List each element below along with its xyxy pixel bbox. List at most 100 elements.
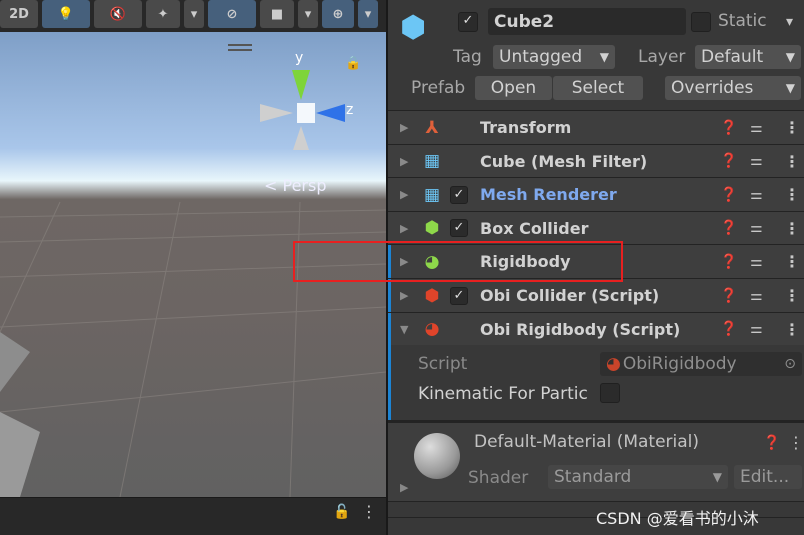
help-icon[interactable]: ❓ [720, 254, 737, 270]
shader-label: Shader [468, 468, 529, 488]
layer-dropdown[interactable]: Default ▼ [695, 45, 801, 69]
collapsed-arrow-icon[interactable]: ▶ [400, 155, 408, 168]
collapsed-arrow-icon[interactable]: ▶ [400, 188, 408, 201]
kebab-menu-icon[interactable]: ⋮ [784, 219, 800, 238]
script-field[interactable]: ◕ ObiRigidbody ⊙ [600, 352, 802, 376]
overrides-label: Overrides [671, 78, 754, 98]
gizmo-z-label: z [346, 102, 354, 118]
object-picker-icon[interactable]: ⊙ [784, 356, 796, 372]
presets-icon[interactable]: ⚌ [750, 187, 763, 203]
help-icon[interactable]: ❓ [720, 220, 737, 236]
chevron-down-icon: ▼ [712, 470, 722, 484]
selection-bar [388, 312, 391, 346]
collapsed-arrow-icon[interactable]: ▶ [400, 289, 408, 302]
script-value: ObiRigidbody [622, 354, 737, 374]
kebab-menu-icon[interactable]: ⋮ [784, 118, 800, 137]
enabled-checkbox[interactable]: ✓ [450, 185, 468, 204]
tag-dropdown[interactable]: Untagged ▼ [493, 45, 615, 69]
camera-icon[interactable]: ■ [260, 0, 294, 28]
presets-icon[interactable]: ⚌ [750, 220, 763, 236]
component-name: Obi Rigidbody (Script) [480, 319, 681, 339]
camera-dropdown-icon[interactable]: ▾ [298, 0, 318, 28]
highlight-box [293, 241, 623, 282]
presets-icon[interactable]: ⚌ [750, 120, 763, 136]
kebab-menu-icon[interactable]: ⋮ [784, 320, 800, 339]
obi-collider-icon: ⬢ [424, 285, 440, 306]
kebab-menu-icon[interactable]: ⋮ [784, 185, 800, 204]
box-collider-icon: ⬢ [424, 218, 440, 239]
enabled-checkbox[interactable]: ✓ [450, 219, 468, 238]
2d-toggle[interactable]: 2D [0, 0, 38, 28]
obi-script-icon: ◕ [606, 354, 621, 374]
lock-icon[interactable]: 🔓 [333, 504, 350, 520]
kebab-menu-icon[interactable]: ⋮ [784, 286, 800, 305]
expanded-arrow-icon[interactable]: ▼ [400, 323, 408, 336]
transform-icon: ⅄ [425, 117, 439, 138]
gizmos-icon[interactable]: ⊕ [322, 0, 354, 28]
chevron-down-icon: ▼ [785, 81, 795, 95]
shader-dropdown[interactable]: Standard ▼ [548, 465, 728, 489]
presets-icon[interactable]: ⚌ [750, 153, 763, 169]
kebab-menu-icon[interactable]: ⋮ [784, 252, 800, 271]
scene-bottom-bar: 🔓 ⋮ [0, 497, 386, 535]
kinematic-checkbox[interactable] [600, 383, 620, 403]
effects-icon[interactable]: ✦ [146, 0, 180, 28]
persp-label[interactable]: < Persp [264, 176, 327, 195]
kebab-menu-icon[interactable]: ⋮ [784, 152, 800, 171]
obi-rigidbody-body: Script ◕ ObiRigidbody ⊙ Kinematic For Part… [388, 345, 804, 420]
component-header-obi-rigidbody-script[interactable]: ▼ ◕ Obi Rigidbody (Script) ❓ ⚌ ⋮ [388, 311, 804, 346]
shader-edit-button[interactable]: Edit... [734, 465, 802, 489]
collapsed-arrow-icon[interactable]: ▶ [400, 121, 408, 134]
overrides-dropdown[interactable]: Overrides ▼ [665, 76, 801, 100]
shader-value: Standard [554, 467, 632, 487]
static-checkbox[interactable] [691, 12, 711, 32]
help-icon[interactable]: ❓ [720, 120, 737, 136]
component-header-mesh-renderer[interactable]: ▶ ▦ ✓ Mesh Renderer ❓ ⚌ ⋮ [388, 177, 804, 212]
help-icon[interactable]: ❓ [720, 187, 737, 203]
visibility-icon[interactable]: ⊘ [208, 0, 256, 28]
enabled-checkbox[interactable]: ✓ [450, 286, 468, 305]
mesh-filter-icon: ▦ [423, 151, 441, 172]
component-name: Transform [480, 118, 572, 137]
active-checkbox[interactable]: ✓ [458, 12, 478, 32]
component-name: Mesh Renderer [480, 185, 617, 205]
lock-icon[interactable]: 🔒 [345, 56, 361, 71]
presets-icon[interactable]: ⚌ [750, 288, 763, 304]
expand-arrow-icon[interactable]: ▶ [400, 481, 408, 494]
component-header-cube-mesh-filter[interactable]: ▶ ▦ Cube (Mesh Filter) ❓ ⚌ ⋮ [388, 143, 804, 178]
kebab-menu-icon[interactable]: ⋮ [361, 502, 377, 521]
material-section: ▶ Default-Material (Material) ❓ ⋮ Shader… [388, 420, 804, 502]
collapsed-arrow-icon[interactable]: ▶ [400, 222, 408, 235]
gameobject-cube-icon[interactable]: ⬢ [400, 10, 426, 45]
lighting-toggle-icon[interactable]: 💡 [42, 0, 90, 28]
static-dropdown-icon[interactable]: ▾ [786, 14, 793, 30]
material-title: Default-Material (Material) [474, 432, 700, 452]
presets-icon[interactable]: ⚌ [750, 254, 763, 270]
kinematic-label: Kinematic For Partic [418, 384, 588, 404]
prefab-open-button[interactable]: Open [475, 76, 552, 100]
component-header-obi-collider-script[interactable]: ▶ ⬢ ✓ Obi Collider (Script) ❓ ⚌ ⋮ [388, 278, 804, 312]
material-preview-sphere [414, 433, 460, 479]
help-icon[interactable]: ❓ [720, 153, 737, 169]
layer-value: Default [701, 47, 764, 67]
gizmos-dropdown-icon[interactable]: ▾ [358, 0, 378, 28]
component-name: Box Collider [480, 218, 589, 238]
watermark: CSDN @爱看书的小沐 [596, 509, 759, 528]
component-name: Cube (Mesh Filter) [480, 151, 648, 171]
tag-value: Untagged [499, 47, 583, 67]
obi-rigidbody-icon: ◕ [424, 319, 440, 340]
help-icon[interactable]: ❓ [763, 435, 780, 451]
effects-dropdown-icon[interactable]: ▾ [184, 0, 204, 28]
kebab-menu-icon[interactable]: ⋮ [788, 433, 804, 452]
presets-icon[interactable]: ⚌ [750, 321, 763, 337]
component-header-box-collider[interactable]: ▶ ⬢ ✓ Box Collider ❓ ⚌ ⋮ [388, 210, 804, 245]
help-icon[interactable]: ❓ [720, 288, 737, 304]
name-input[interactable]: Cube2 [488, 8, 686, 35]
scene-toolbar: 2D 💡 🔇 ✦ ▾ ⊘ ■ ▾ ⊕ ▾ [0, 0, 386, 32]
component-header-transform[interactable]: ▶ ⅄ Transform ❓ ⚌ ⋮ [388, 110, 804, 144]
audio-mute-icon[interactable]: 🔇 [94, 0, 142, 28]
component-name: Obi Collider (Script) [480, 286, 660, 305]
prefab-select-button[interactable]: Select [553, 76, 643, 100]
help-icon[interactable]: ❓ [720, 321, 737, 337]
script-label: Script [418, 354, 468, 374]
